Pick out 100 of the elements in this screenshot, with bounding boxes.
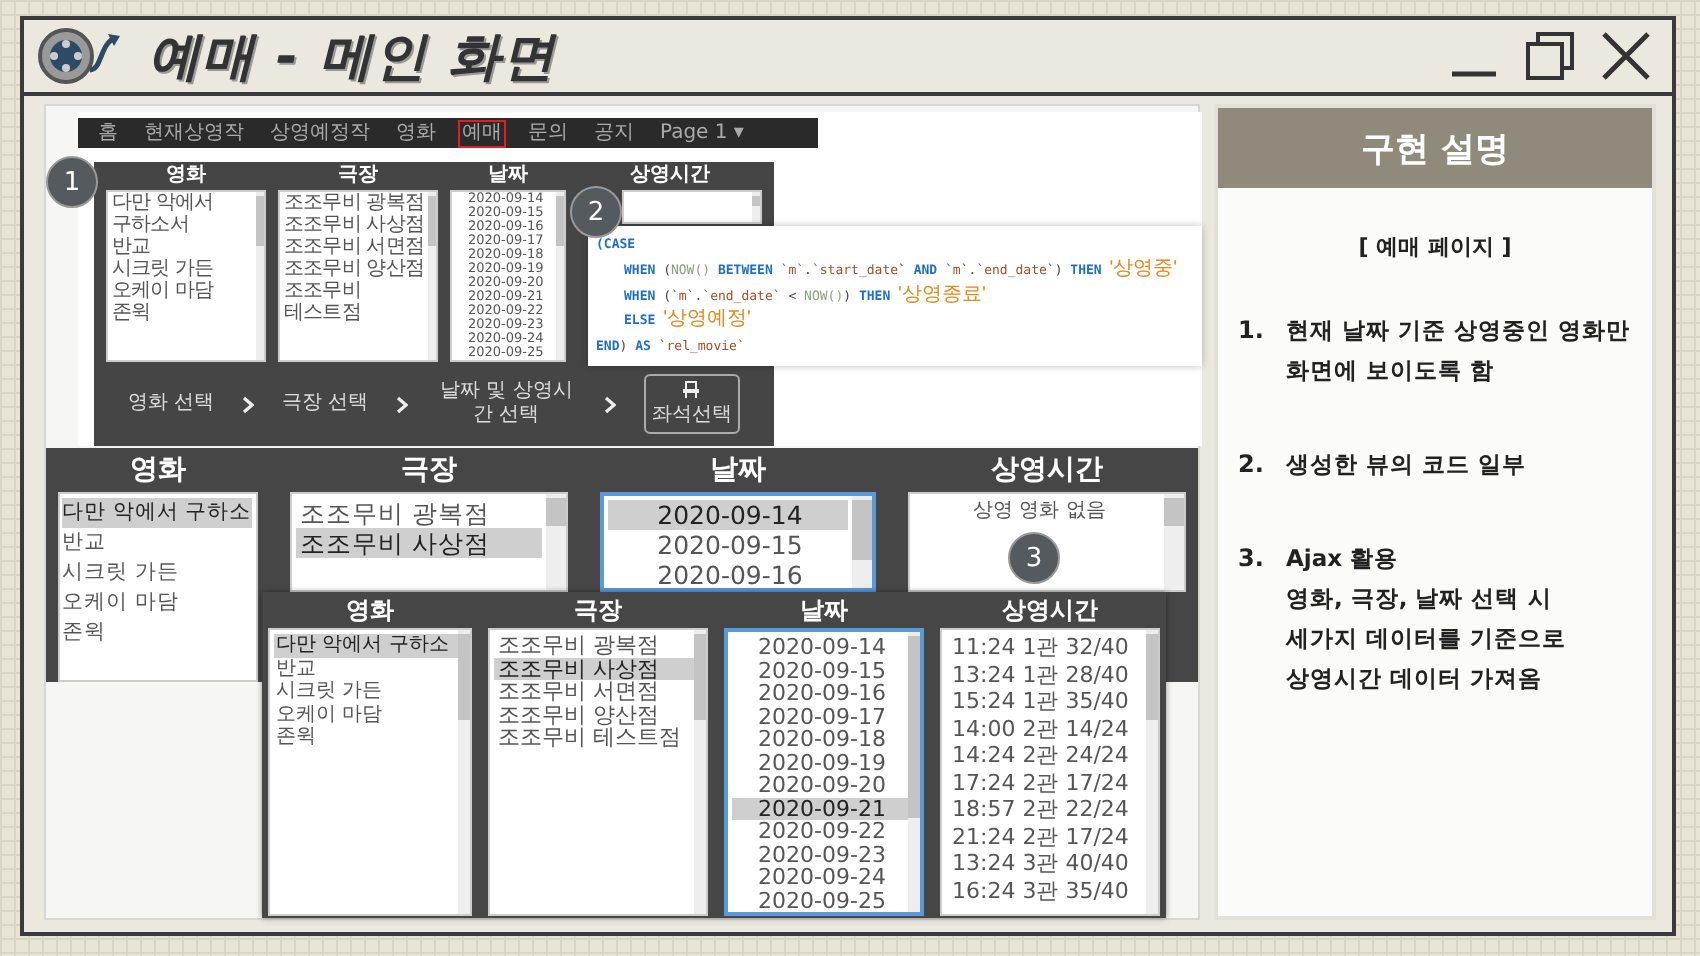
scrollbar[interactable] bbox=[852, 496, 873, 588]
item-text: 화면에 보이도록 함 bbox=[1286, 354, 1497, 388]
column-heading: 날짜 bbox=[486, 162, 530, 190]
list-box[interactable]: 다만 악에서 구하소 반교 시크릿 가든 오케이 마담 존윅 bbox=[58, 492, 258, 682]
list-item[interactable]: 조조무비 광복점 bbox=[280, 192, 424, 214]
window-title: 예매 - 메인 화면 bbox=[148, 25, 556, 91]
list-item[interactable]: 2020-09-23 bbox=[732, 843, 908, 866]
list-item[interactable]: 15:24 1관 35/40 bbox=[946, 688, 1146, 715]
list-item[interactable]: 2020-09-21 bbox=[732, 797, 908, 820]
list-item[interactable]: 2020-09-19 bbox=[732, 751, 908, 774]
list-item[interactable]: 오케이 마담 bbox=[274, 703, 458, 726]
scrollbar[interactable] bbox=[545, 494, 566, 590]
scrollbar[interactable] bbox=[256, 192, 264, 360]
list-item[interactable]: 조조무비 테스트점 bbox=[494, 726, 694, 749]
list-item[interactable]: 14:00 2관 14/24 bbox=[946, 715, 1146, 742]
list-item[interactable]: 조조무비 광복점 bbox=[296, 498, 542, 528]
seat-select-button[interactable]: 좌석선택 bbox=[643, 374, 740, 434]
list-item[interactable]: 13:24 3관 40/40 bbox=[946, 850, 1146, 877]
list-item[interactable]: 시크릿 가든 bbox=[108, 258, 214, 280]
scrollbar[interactable] bbox=[908, 632, 920, 912]
column-heading: 날짜 bbox=[798, 594, 850, 628]
list-item[interactable]: 반교 bbox=[108, 236, 151, 258]
nav-link[interactable]: 현재상영작 bbox=[140, 119, 248, 147]
nav-link[interactable]: 예매 bbox=[458, 119, 506, 147]
chevron-icon bbox=[242, 395, 255, 413]
list-box[interactable]: 다만 악에서 구하소 반교 시크릿 가든 오케이 마담 존윅 bbox=[268, 628, 472, 916]
list-item[interactable]: 반교 bbox=[274, 657, 458, 680]
scrollbar[interactable] bbox=[1164, 494, 1184, 590]
list-item[interactable]: 조조무비 사상점 bbox=[296, 528, 542, 558]
item-text: 생성한 뷰의 코드 일부 bbox=[1286, 448, 1527, 482]
list-item[interactable]: 14:24 2관 24/24 bbox=[946, 742, 1146, 769]
section-heading: [ 예매 페이지 ] bbox=[1356, 232, 1514, 262]
scrollbar[interactable] bbox=[458, 630, 470, 914]
list-box[interactable]: 11:24 1관 32/40 13:24 1관 28/40 15:24 1관 35/40 14:00 2관 14/24 14:24 2관 24/24 17:24 2관 17/24 18:57 2관 22/24 21:24 2관 17/24 13:24 3관 40/40 16:24 3관 35/40 bbox=[940, 628, 1160, 916]
chevron-icon bbox=[604, 395, 617, 413]
list-item[interactable]: 조조무비 광복점 bbox=[494, 634, 694, 657]
maximize-icon[interactable] bbox=[1524, 30, 1576, 82]
list-box[interactable]: 2020-09-14 2020-09-15 2020-09-16 2020-09-17 2020-09-18 2020-09-19 2020-09-20 2020-09-21 2020-09-22 2020-09-23 2020-09-24 2020-09-25 bbox=[724, 628, 924, 916]
list-item[interactable]: 2020-09-24 bbox=[732, 866, 908, 889]
list-box[interactable]: 2020-09-14 2020-09-15 2020-09-16 bbox=[599, 492, 877, 592]
list-item[interactable]: 시크릿 가든 bbox=[274, 680, 458, 703]
column-heading: 상영시간 bbox=[628, 162, 712, 190]
step-number-badge: 1 bbox=[46, 156, 98, 208]
list-item[interactable]: 2020-09-14 bbox=[607, 500, 849, 530]
list-item[interactable]: 2020-09-15 bbox=[732, 659, 908, 682]
list-item[interactable]: 존윅 bbox=[62, 618, 106, 648]
list-item[interactable]: 반교 bbox=[62, 528, 248, 558]
scrollbar[interactable] bbox=[694, 630, 706, 914]
list-item[interactable]: 존윅 bbox=[274, 726, 458, 749]
list-item[interactable]: 2020-09-25 bbox=[732, 889, 908, 912]
column-heading: 상영시간 bbox=[1000, 594, 1100, 628]
list-item[interactable]: 2020-09-15 bbox=[607, 530, 849, 560]
list-item[interactable]: 시크릿 가든 bbox=[62, 558, 179, 588]
scrollbar[interactable] bbox=[752, 192, 760, 222]
list-item[interactable]: 조조무비 서면점 bbox=[280, 236, 424, 258]
list-item[interactable]: 2020-09-17 bbox=[732, 705, 908, 728]
list-item[interactable]: 조조무비 양산점 bbox=[280, 258, 424, 280]
nav-link[interactable]: 상영예정작 bbox=[266, 119, 374, 147]
item-text: 세가지 데이터를 기준으로 bbox=[1286, 622, 1567, 656]
list-item[interactable]: 다만 악에서 구하소 bbox=[62, 498, 252, 528]
list-item[interactable]: 조조무비 서면점 bbox=[494, 680, 694, 703]
column-heading: 극장 bbox=[336, 162, 380, 190]
list-item[interactable]: 2020-09-20 bbox=[732, 774, 908, 797]
list-box[interactable] bbox=[622, 190, 762, 224]
scrollbar[interactable] bbox=[556, 192, 564, 360]
column-heading: 극장 bbox=[572, 594, 624, 628]
list-item[interactable]: 13:24 1관 28/40 bbox=[946, 661, 1146, 688]
nav-link[interactable]: Page 1 ▾ bbox=[656, 119, 748, 147]
list-item[interactable]: 2020-09-18 bbox=[732, 728, 908, 751]
nav-link[interactable]: 문의 bbox=[524, 119, 572, 147]
panel-title: 구현 설명 bbox=[1218, 108, 1652, 188]
list-item[interactable]: 조조무비 테스트점 bbox=[280, 280, 424, 324]
list-item[interactable]: 2020-09-14 bbox=[732, 636, 908, 659]
list-item[interactable]: 다만 악에서 구하소 bbox=[274, 634, 458, 657]
list-item[interactable]: 2020-09-16 bbox=[732, 682, 908, 705]
list-item[interactable]: 조조무비 사상점 bbox=[280, 214, 424, 236]
list-item[interactable]: 17:24 2관 17/24 bbox=[946, 769, 1146, 796]
nav-link[interactable]: 공지 bbox=[590, 119, 638, 147]
nav-link[interactable]: 홈 bbox=[94, 119, 122, 147]
list-item[interactable]: 오케이 마담 bbox=[62, 588, 179, 618]
close-icon[interactable] bbox=[1600, 30, 1652, 82]
nav-link[interactable]: 영화 bbox=[392, 119, 440, 147]
list-box[interactable]: 조조무비 광복점 조조무비 사상점 조조무비 서면점 조조무비 양산점 조조무비 테스트점 bbox=[488, 628, 708, 916]
list-item[interactable]: 2020-09-22 bbox=[732, 820, 908, 843]
list-item[interactable]: 21:24 2관 17/24 bbox=[946, 823, 1146, 850]
scrollbar[interactable] bbox=[1146, 630, 1158, 914]
list-item[interactable]: 16:24 3관 35/40 bbox=[946, 877, 1146, 904]
scrollbar[interactable] bbox=[428, 192, 436, 360]
list-item[interactable]: 11:24 1관 32/40 bbox=[946, 634, 1146, 661]
list-box[interactable]: 조조무비 광복점 조조무비 사상점 bbox=[290, 492, 568, 592]
list-item[interactable]: 다만 악에서 구하소서 bbox=[108, 192, 252, 236]
list-item[interactable]: 존윅 bbox=[108, 302, 151, 324]
list-box[interactable]: 다만 악에서 구하소서 반교 시크릿 가든 오케이 마담 존윅 bbox=[106, 190, 266, 362]
list-item[interactable]: 오케이 마담 bbox=[108, 280, 214, 302]
list-item[interactable]: 2020-09-16 bbox=[607, 560, 849, 588]
list-item[interactable]: 조조무비 양산점 bbox=[494, 703, 694, 726]
film-reel-icon bbox=[36, 26, 124, 86]
list-box[interactable]: 조조무비 광복점 조조무비 사상점 조조무비 서면점 조조무비 양산점 조조무비 테스트점 bbox=[278, 190, 438, 362]
list-item[interactable]: 18:57 2관 22/24 bbox=[946, 796, 1146, 823]
list-item[interactable]: 조조무비 사상점 bbox=[494, 657, 694, 680]
